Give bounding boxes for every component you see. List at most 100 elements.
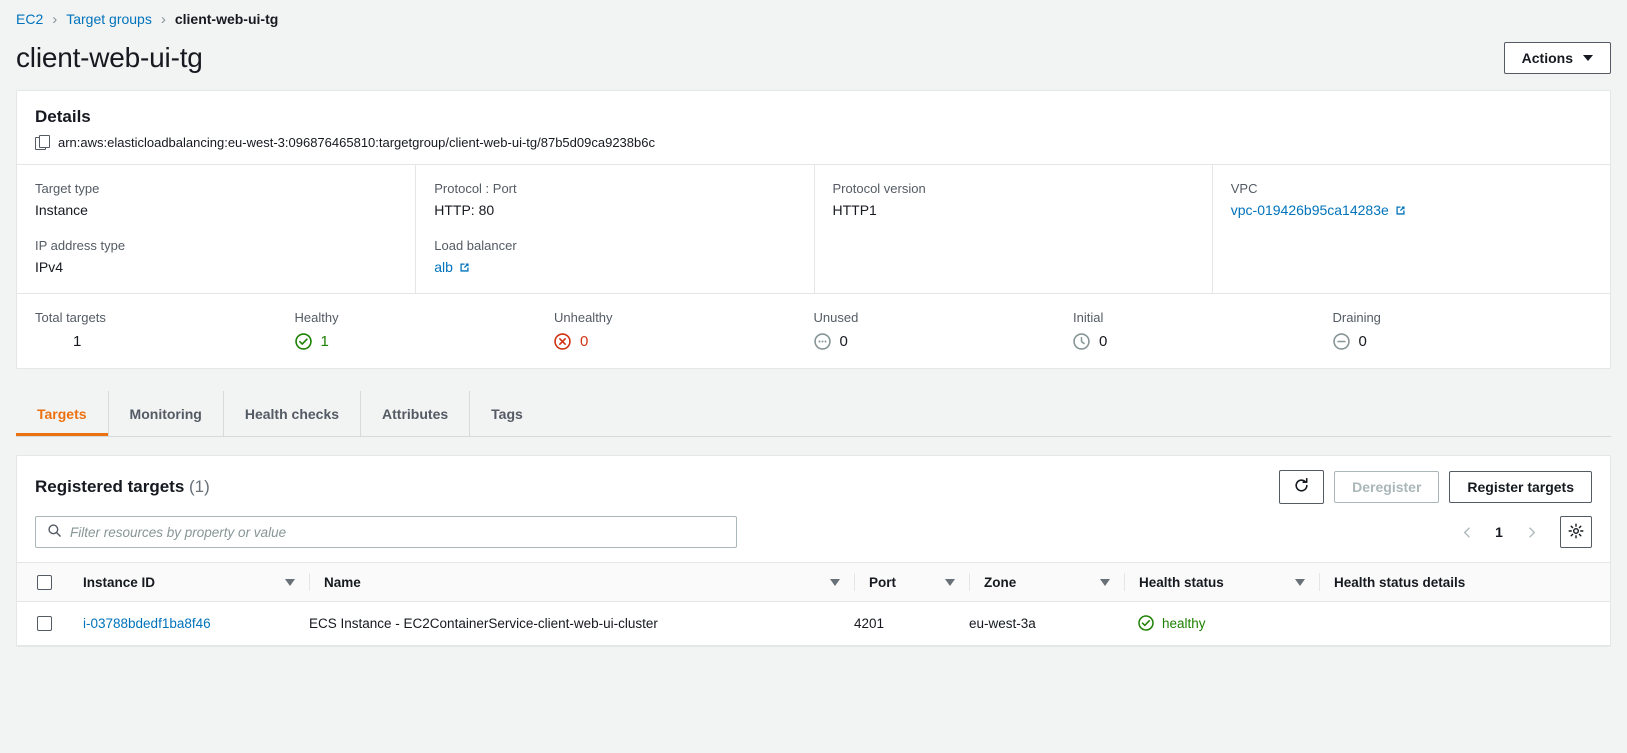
vpc-link-label: vpc-019426b95ca14283e bbox=[1230, 202, 1389, 218]
actions-button[interactable]: Actions bbox=[1503, 42, 1611, 74]
counter-number-total-targets: 1 bbox=[73, 333, 82, 350]
target-health-counters: Total targets 1 Healthy 1 Unhealthy 0 Un… bbox=[17, 294, 1610, 368]
attribute-value-vpc: vpc-019426b95ca14283e bbox=[1231, 202, 1592, 218]
attribute-value-target-type: Instance bbox=[35, 202, 88, 218]
check-circle-icon bbox=[294, 333, 312, 350]
registered-targets-table: Instance ID Name Port Zone Health status… bbox=[17, 562, 1610, 646]
cell-health-status-details bbox=[1319, 601, 1610, 646]
sort-icon-port[interactable] bbox=[945, 578, 955, 586]
column-header-port: Port bbox=[854, 562, 969, 602]
counter-value-unused: 0 bbox=[813, 333, 1074, 350]
counter-label-total-targets: Total targets bbox=[35, 310, 106, 325]
attribute-value-ip-address-type: IPv4 bbox=[35, 259, 64, 275]
column-label-name: Name bbox=[324, 574, 361, 590]
attribute-label-load-balancer: Load balancer bbox=[434, 238, 517, 253]
details-title: Details bbox=[35, 107, 91, 126]
breadcrumb-separator-icon: › bbox=[160, 10, 166, 28]
attribute-value-protocol-version: HTTP1 bbox=[832, 202, 877, 218]
sort-icon-name[interactable] bbox=[830, 578, 840, 586]
counter-label-draining: Draining bbox=[1332, 310, 1381, 325]
counter-value-initial: 0 bbox=[1073, 333, 1333, 350]
registered-targets-filter-row: 1 bbox=[17, 504, 1610, 562]
table-body: i-03788bdedf1ba8f46 ECS Instance - EC2Co… bbox=[17, 601, 1610, 646]
details-header: Details arn:aws:elasticloadbalancing:eu-… bbox=[17, 91, 1610, 164]
cell-name: ECS Instance - EC2ContainerService-clien… bbox=[309, 601, 854, 646]
column-label-health-status-details: Health status details bbox=[1334, 574, 1466, 590]
column-label-zone: Zone bbox=[984, 574, 1017, 590]
tab-tags[interactable]: Tags bbox=[470, 391, 544, 436]
copy-icon[interactable] bbox=[35, 135, 50, 150]
sort-icon-zone[interactable] bbox=[1100, 578, 1110, 586]
table-header-row: Instance ID Name Port Zone Health status… bbox=[17, 562, 1610, 602]
preferences-button[interactable] bbox=[1560, 516, 1592, 548]
search-input[interactable] bbox=[35, 516, 737, 548]
cell-health-status: healthy bbox=[1124, 601, 1319, 646]
registered-targets-count: (1) bbox=[189, 477, 210, 496]
column-header-instance-id: Instance ID bbox=[69, 562, 309, 602]
counter-unhealthy: Unhealthy 0 bbox=[554, 310, 814, 350]
chevron-down-icon bbox=[1583, 55, 1593, 61]
column-label-instance-id: Instance ID bbox=[83, 574, 156, 590]
registered-targets-actions: Deregister Register targets bbox=[1279, 470, 1592, 504]
attribute-label-protocol-port: Protocol : Port bbox=[434, 181, 517, 196]
check-circle-icon bbox=[1138, 615, 1155, 632]
attribute-label-ip-address-type: IP address type bbox=[35, 238, 126, 253]
counter-total-targets: Total targets 1 bbox=[35, 310, 295, 350]
table-row[interactable]: i-03788bdedf1ba8f46 ECS Instance - EC2Co… bbox=[17, 601, 1610, 646]
details-card: Details arn:aws:elasticloadbalancing:eu-… bbox=[16, 90, 1611, 369]
minus-circle-icon bbox=[1332, 333, 1350, 350]
health-status-label: healthy bbox=[1162, 616, 1206, 631]
counter-number-healthy: 1 bbox=[320, 333, 329, 350]
sort-icon-health-status[interactable] bbox=[1295, 578, 1305, 586]
refresh-button[interactable] bbox=[1279, 470, 1325, 504]
details-attribute-grid: Target type Instance IP address type IPv… bbox=[17, 165, 1610, 293]
load-balancer-link[interactable]: alb bbox=[434, 259, 471, 275]
counter-number-draining: 0 bbox=[1358, 333, 1367, 350]
column-header-health-status: Health status bbox=[1124, 562, 1319, 602]
registered-targets-title-text: Registered targets bbox=[35, 477, 185, 496]
breadcrumb: EC2 › Target groups › client-web-ui-tg bbox=[0, 0, 1627, 30]
instance-id-link[interactable]: i-03788bdedf1ba8f46 bbox=[83, 616, 211, 631]
vpc-link[interactable]: vpc-019426b95ca14283e bbox=[1231, 202, 1407, 218]
counter-label-unhealthy: Unhealthy bbox=[554, 310, 613, 325]
page-number[interactable]: 1 bbox=[1486, 524, 1512, 540]
previous-page-button[interactable] bbox=[1452, 517, 1482, 547]
counter-value-unhealthy: 0 bbox=[554, 333, 814, 350]
sort-icon-instance-id[interactable] bbox=[285, 578, 295, 586]
breadcrumb-item-ec2[interactable]: EC2 bbox=[16, 11, 43, 27]
cell-port: 4201 bbox=[854, 601, 969, 646]
column-label-port: Port bbox=[869, 574, 896, 590]
attribute-label-protocol-version: Protocol version bbox=[832, 181, 926, 196]
next-page-button[interactable] bbox=[1516, 517, 1546, 547]
tab-targets[interactable]: Targets bbox=[16, 391, 109, 436]
registered-targets-card: Registered targets (1) Deregister Regist… bbox=[16, 455, 1611, 647]
breadcrumb-item-target-groups[interactable]: Target groups bbox=[66, 11, 152, 27]
table-header: Instance ID Name Port Zone Health status… bbox=[17, 562, 1610, 602]
refresh-icon bbox=[1293, 477, 1310, 497]
attribute-column-4: VPC vpc-019426b95ca14283e bbox=[1211, 165, 1610, 293]
tab-health-checks[interactable]: Health checks bbox=[224, 391, 362, 436]
counter-value-total-targets: 1 bbox=[35, 333, 295, 350]
column-header-health-status-details: Health status details bbox=[1319, 562, 1610, 602]
attribute-value-load-balancer: alb bbox=[434, 259, 795, 275]
actions-button-label: Actions bbox=[1521, 50, 1573, 66]
attribute-value-protocol-port: HTTP: 80 bbox=[434, 202, 495, 218]
register-targets-button[interactable]: Register targets bbox=[1449, 471, 1592, 503]
counter-label-healthy: Healthy bbox=[294, 310, 339, 325]
tab-monitoring[interactable]: Monitoring bbox=[109, 391, 224, 436]
cell-instance-id: i-03788bdedf1ba8f46 bbox=[69, 601, 309, 646]
counter-value-draining: 0 bbox=[1332, 333, 1593, 350]
tab-attributes[interactable]: Attributes bbox=[361, 391, 471, 436]
select-all-header bbox=[17, 562, 69, 602]
counter-number-unused: 0 bbox=[839, 333, 848, 350]
search-box bbox=[35, 516, 737, 548]
counter-draining: Draining 0 bbox=[1333, 310, 1593, 350]
deregister-button[interactable]: Deregister bbox=[1334, 471, 1440, 503]
breadcrumb-separator-icon: › bbox=[52, 10, 58, 28]
row-checkbox[interactable] bbox=[37, 616, 52, 631]
gear-icon bbox=[1568, 523, 1584, 542]
select-all-checkbox[interactable] bbox=[37, 574, 52, 590]
counter-number-unhealthy: 0 bbox=[580, 333, 589, 350]
counter-number-initial: 0 bbox=[1099, 333, 1108, 350]
arn-text: arn:aws:elasticloadbalancing:eu-west-3:0… bbox=[58, 135, 655, 150]
